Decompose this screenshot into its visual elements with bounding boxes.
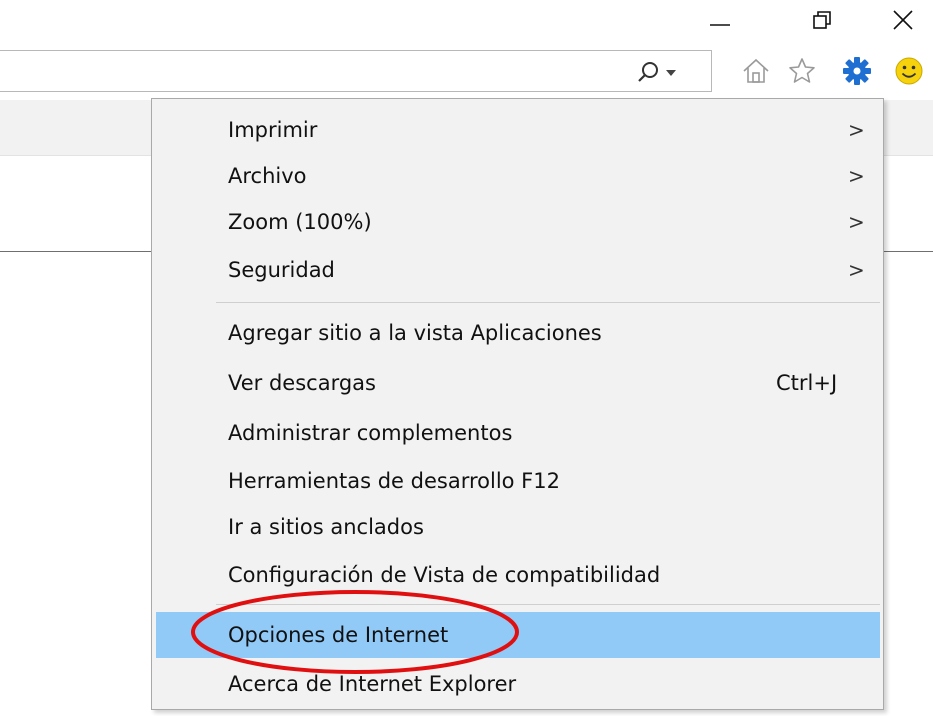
menu-item-ver-descargas[interactable]: Ver descargas Ctrl+J (156, 360, 880, 406)
minimize-button[interactable] (690, 0, 750, 40)
close-button[interactable] (873, 0, 933, 40)
menu-item-label: Zoom (100%) (228, 210, 372, 234)
tools-menu: Imprimir > Archivo > Zoom (100%) > Segur… (151, 98, 884, 710)
menu-item-label: Agregar sitio a la vista Aplicaciones (228, 321, 602, 345)
menu-item-label: Administrar complementos (228, 421, 513, 445)
tools-button[interactable] (839, 52, 875, 90)
menu-item-shortcut: Ctrl+J (776, 371, 838, 395)
submenu-arrow-icon: > (848, 210, 865, 234)
minimize-icon (710, 24, 730, 26)
menu-item-vista-compatibilidad[interactable]: Configuración de Vista de compatibilidad (156, 552, 880, 598)
submenu-arrow-icon: > (848, 118, 865, 142)
menu-item-label: Herramientas de desarrollo F12 (228, 469, 560, 493)
menu-item-label: Seguridad (228, 258, 335, 282)
smiley-icon (895, 57, 923, 85)
address-bar[interactable] (0, 50, 712, 92)
star-icon (789, 58, 815, 83)
home-button[interactable] (738, 52, 774, 90)
favorites-button[interactable] (784, 52, 820, 90)
menu-separator (216, 604, 880, 605)
browser-window: Imprimir > Archivo > Zoom (100%) > Segur… (0, 0, 933, 716)
search-icon (638, 62, 658, 82)
menu-item-label: Ver descargas (228, 371, 376, 395)
home-icon (743, 58, 769, 83)
submenu-arrow-icon: > (848, 258, 865, 282)
search-dropdown-button[interactable] (634, 59, 694, 85)
menu-item-herramientas-desarrollo[interactable]: Herramientas de desarrollo F12 (156, 458, 880, 504)
restore-button[interactable] (792, 0, 852, 40)
restore-icon (813, 11, 831, 29)
menu-item-label: Archivo (228, 164, 307, 188)
menu-item-opciones-internet[interactable]: Opciones de Internet (156, 612, 880, 658)
menu-item-seguridad[interactable]: Seguridad > (156, 247, 880, 293)
menu-separator (216, 302, 880, 303)
menu-item-agregar-sitio[interactable]: Agregar sitio a la vista Aplicaciones (156, 310, 880, 356)
menu-item-label: Ir a sitios anclados (228, 515, 424, 539)
gear-icon (843, 57, 871, 85)
menu-item-label: Imprimir (228, 118, 318, 142)
menu-item-zoom[interactable]: Zoom (100%) > (156, 199, 880, 245)
chevron-down-icon (666, 70, 676, 76)
menu-item-archivo[interactable]: Archivo > (156, 153, 880, 199)
feedback-button[interactable] (891, 52, 927, 90)
menu-item-sitios-anclados[interactable]: Ir a sitios anclados (156, 504, 880, 550)
submenu-arrow-icon: > (848, 164, 865, 188)
menu-item-label: Opciones de Internet (228, 623, 449, 647)
menu-item-label: Acerca de Internet Explorer (228, 672, 517, 696)
menu-item-label: Configuración de Vista de compatibilidad (228, 563, 661, 587)
close-icon (893, 10, 913, 30)
menu-item-administrar-complementos[interactable]: Administrar complementos (156, 410, 880, 456)
menu-item-acerca-de[interactable]: Acerca de Internet Explorer (156, 661, 880, 707)
menu-item-imprimir[interactable]: Imprimir > (156, 107, 880, 153)
